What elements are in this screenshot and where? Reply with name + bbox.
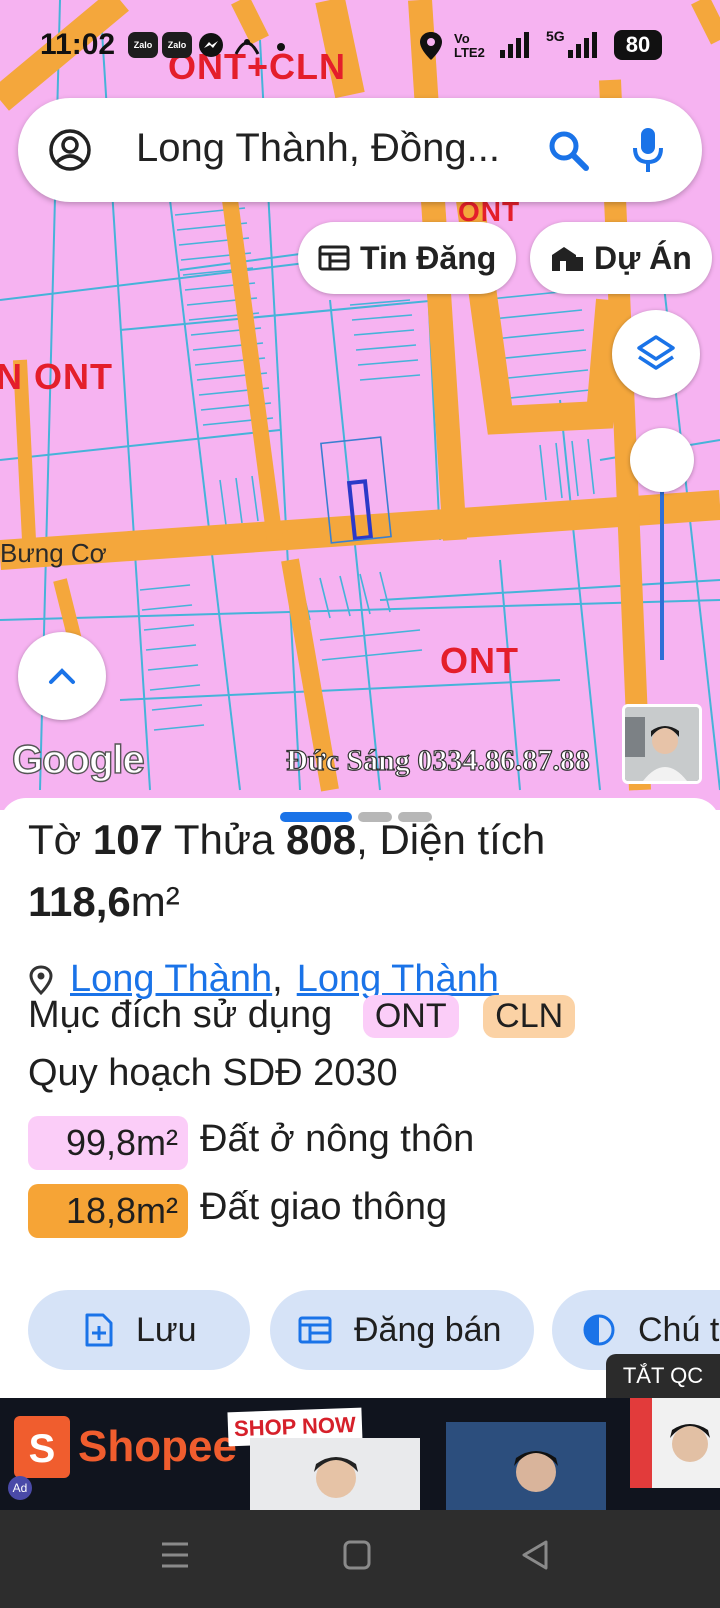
messenger-icon xyxy=(199,33,223,57)
home-icon[interactable] xyxy=(342,1538,372,1572)
road-label: Bưng Cơ xyxy=(0,538,107,568)
google-logo: Google xyxy=(11,737,145,782)
antenna-icon xyxy=(234,39,260,55)
model-photo-icon xyxy=(250,1438,420,1510)
area-value: 118,6 xyxy=(28,878,131,925)
status-bar: 11:02 Zalo Zalo Vo LTE2 5G 80 xyxy=(0,0,720,90)
post-sale-button[interactable]: Đăng bán xyxy=(270,1290,534,1370)
save-label: Lưu xyxy=(136,1310,197,1349)
title-prefix: Tờ xyxy=(28,816,93,863)
search-bar[interactable]: Long Thành, Đồng... xyxy=(18,98,702,202)
status-time: 11:02 xyxy=(40,28,116,61)
save-button[interactable]: Lưu xyxy=(28,1290,250,1370)
du-an-chip[interactable]: Dự Án xyxy=(530,222,712,294)
signal-icon xyxy=(500,32,529,58)
zone-label: N ONT xyxy=(0,356,113,397)
tin-dang-chip[interactable]: Tin Đăng xyxy=(298,222,517,294)
back-icon[interactable] xyxy=(520,1538,550,1572)
map-view[interactable]: ONT+CLN ONT N ONT ONT Bưng Cơ 11:02 Zalo… xyxy=(0,0,720,810)
mic-icon[interactable] xyxy=(630,126,666,174)
ad-choices-icon[interactable]: Ad xyxy=(8,1476,32,1500)
system-nav-bar xyxy=(0,1510,720,1608)
area-desc-traffic: Đất giao thông xyxy=(200,1186,448,1228)
ad-banner[interactable]: S Shopee SHOP NOW Ad xyxy=(0,1398,720,1510)
tag-ont[interactable]: ONT xyxy=(362,995,459,1039)
area-badge-residential: 99,8m² xyxy=(28,1116,188,1170)
location-icon xyxy=(420,32,442,60)
title-area-label: , Diện tích xyxy=(356,816,546,863)
tag-cln[interactable]: CLN xyxy=(483,995,576,1039)
listing-icon xyxy=(318,245,350,271)
zone-label: ONT xyxy=(440,640,519,681)
du-an-label: Dự Án xyxy=(594,239,692,276)
person-photo-icon xyxy=(625,707,699,781)
building-icon xyxy=(552,247,583,271)
profile-photo[interactable] xyxy=(622,704,702,784)
post-sale-label: Đăng bán xyxy=(354,1310,502,1349)
signal-icon xyxy=(568,32,597,58)
account-icon[interactable] xyxy=(48,128,92,172)
sheet-number: 107 xyxy=(92,816,163,863)
shopee-logo: S Shopee xyxy=(14,1416,237,1478)
location-pin-icon xyxy=(29,964,53,995)
model-photo-icon xyxy=(446,1422,606,1510)
title-thua: Thửa xyxy=(162,816,287,863)
land-purpose-row: Mục đích sử dụng ONT CLN xyxy=(28,994,576,1039)
listing-icon xyxy=(298,1316,332,1344)
zalo-icon: Zalo xyxy=(128,32,158,58)
zalo-icon: Zalo xyxy=(162,32,192,58)
area-badge-traffic: 18,8m² xyxy=(28,1184,188,1238)
chevron-up-icon xyxy=(49,668,75,684)
expand-up-button[interactable] xyxy=(18,632,106,720)
brand-name: Shopee xyxy=(78,1422,237,1471)
shopee-bag-icon: S xyxy=(14,1416,70,1478)
menu-icon[interactable] xyxy=(160,1538,190,1572)
close-ad-button[interactable]: TẮT QC xyxy=(606,1354,720,1398)
watermark-text: Đức Sáng 0334.86.87.88 xyxy=(285,743,590,777)
fiveg-label: 5G xyxy=(546,28,565,44)
dot-icon xyxy=(277,43,285,51)
layers-button[interactable] xyxy=(612,310,700,398)
legend-label: Chú t xyxy=(638,1310,720,1349)
add-file-icon xyxy=(85,1313,113,1347)
plan-label: Quy hoạch SDĐ 2030 xyxy=(28,1052,398,1094)
purpose-label: Mục đích sử dụng xyxy=(28,994,333,1036)
opacity-slider-handle[interactable] xyxy=(630,428,694,492)
area-unit: m² xyxy=(130,878,180,925)
search-icon[interactable] xyxy=(546,128,590,172)
battery-indicator: 80 xyxy=(614,30,662,60)
search-input[interactable]: Long Thành, Đồng... xyxy=(136,126,500,171)
parcel-area: 118,6m² xyxy=(28,878,180,926)
volte-label: Vo LTE2 xyxy=(454,31,485,60)
parcel-title: Tờ 107 Thửa 808, Diện tích xyxy=(28,816,545,864)
parcel-number: 808 xyxy=(286,816,357,863)
area-desc-residential: Đất ở nông thôn xyxy=(200,1118,475,1160)
layers-icon xyxy=(637,335,675,370)
tin-dang-label: Tin Đăng xyxy=(360,239,497,276)
opacity-slider-track[interactable] xyxy=(660,470,664,660)
model-photo-icon xyxy=(630,1398,720,1488)
contrast-icon xyxy=(583,1314,615,1346)
